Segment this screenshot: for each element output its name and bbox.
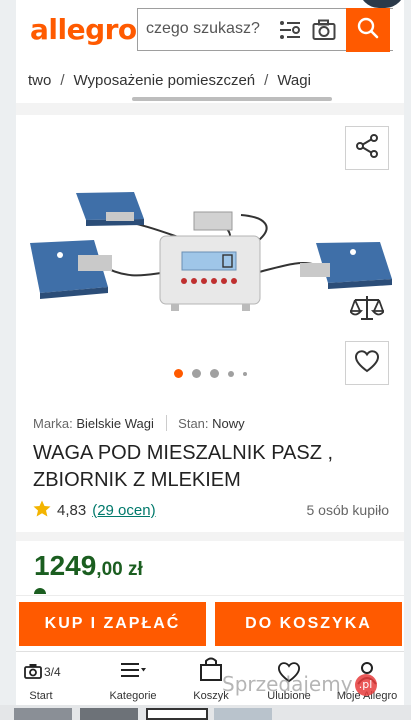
share-button[interactable] bbox=[345, 126, 389, 170]
photo-counter: 3/4 bbox=[44, 665, 61, 679]
breadcrumb-item[interactable]: two bbox=[28, 72, 51, 89]
delivery-icon bbox=[34, 588, 46, 594]
menu-icon bbox=[120, 661, 146, 684]
price: 1249,00 zł bbox=[34, 550, 143, 582]
thumbnail[interactable] bbox=[14, 708, 72, 720]
rating-value: 4,83 bbox=[57, 502, 87, 519]
breadcrumb-item[interactable]: Wagi bbox=[277, 72, 311, 89]
breadcrumb: two / Wyposażenie pomieszczeń / Wagi bbox=[28, 72, 311, 89]
header: allegro bbox=[16, 0, 404, 58]
favorite-button[interactable] bbox=[345, 341, 389, 385]
allegro-logo[interactable]: allegro bbox=[30, 13, 137, 46]
bag-icon bbox=[199, 656, 223, 687]
breadcrumb-separator: / bbox=[264, 72, 269, 89]
avatar[interactable] bbox=[359, 0, 404, 8]
search-button[interactable] bbox=[346, 8, 390, 52]
share-icon bbox=[354, 133, 380, 164]
pagination-dot[interactable] bbox=[243, 371, 247, 376]
camera-icon bbox=[24, 663, 42, 684]
condition-label: Stan: bbox=[178, 416, 209, 431]
product-gallery[interactable] bbox=[16, 115, 404, 393]
pagination-dot[interactable] bbox=[192, 369, 201, 378]
attribute-divider bbox=[165, 415, 167, 431]
compare-icon bbox=[348, 293, 386, 328]
pagination-dot[interactable] bbox=[228, 370, 234, 377]
product-title: WAGA POD MIESZALNIK PASZ , ZBIORNIK Z ML… bbox=[33, 442, 334, 491]
breadcrumb-item[interactable]: Wyposażenie pomieszczeń bbox=[74, 72, 256, 89]
watermark-badge: .pl bbox=[354, 674, 377, 696]
pagination-dot[interactable] bbox=[210, 369, 219, 378]
reviews-link[interactable]: (29 ocen) bbox=[92, 502, 155, 519]
pagination-dot[interactable] bbox=[174, 369, 183, 378]
price-decimal: ,00 zł bbox=[96, 559, 143, 580]
heart-icon bbox=[354, 349, 380, 378]
breadcrumb-scrollbar[interactable] bbox=[132, 97, 332, 101]
bought-count: 5 osób kupiło bbox=[306, 502, 389, 518]
thumbnail[interactable] bbox=[214, 708, 272, 720]
search-input[interactable] bbox=[146, 20, 286, 38]
product-page: allegro czego szukasz? two / Wyposażenie… bbox=[16, 0, 404, 720]
nav-item-start[interactable]: 3/4 Start bbox=[20, 652, 90, 706]
condition-value: Nowy bbox=[212, 416, 245, 431]
divider bbox=[16, 532, 404, 541]
search-bar[interactable] bbox=[137, 8, 393, 52]
nav-label: Start bbox=[29, 690, 53, 702]
price-integer: 1249 bbox=[34, 550, 97, 581]
purchase-bar: KUP I ZAPŁAĆ DO KOSZYKA bbox=[16, 595, 404, 651]
thumbnail-strip bbox=[0, 705, 411, 720]
thumbnail[interactable] bbox=[146, 708, 208, 720]
star-icon bbox=[33, 500, 51, 521]
image-pagination bbox=[174, 369, 247, 378]
screen: allegro czego szukasz? two / Wyposażenie… bbox=[0, 0, 411, 720]
add-to-cart-button[interactable]: DO KOSZYKA bbox=[215, 602, 402, 646]
filter-icon[interactable] bbox=[278, 19, 302, 46]
compare-button[interactable] bbox=[345, 288, 389, 332]
watermark: Sprzedajemy .pl bbox=[222, 672, 377, 696]
nav-item-categories[interactable]: Kategorie bbox=[98, 652, 168, 706]
nav-label: Kategorie bbox=[109, 690, 157, 702]
watermark-text: Sprzedajemy bbox=[222, 672, 353, 696]
divider bbox=[16, 103, 404, 115]
breadcrumb-separator: / bbox=[60, 72, 65, 89]
brand-value: Bielskie Wagi bbox=[76, 416, 154, 431]
thumbnail[interactable] bbox=[80, 708, 138, 720]
product-attributes: Marka: Bielskie Wagi Stan: Nowy bbox=[33, 415, 245, 431]
buy-now-button[interactable]: KUP I ZAPŁAĆ bbox=[19, 602, 206, 646]
search-icon bbox=[357, 17, 379, 44]
rating: 4,83 (29 ocen) bbox=[33, 500, 156, 521]
camera-icon[interactable] bbox=[312, 19, 336, 46]
brand-label: Marka: bbox=[33, 416, 73, 431]
